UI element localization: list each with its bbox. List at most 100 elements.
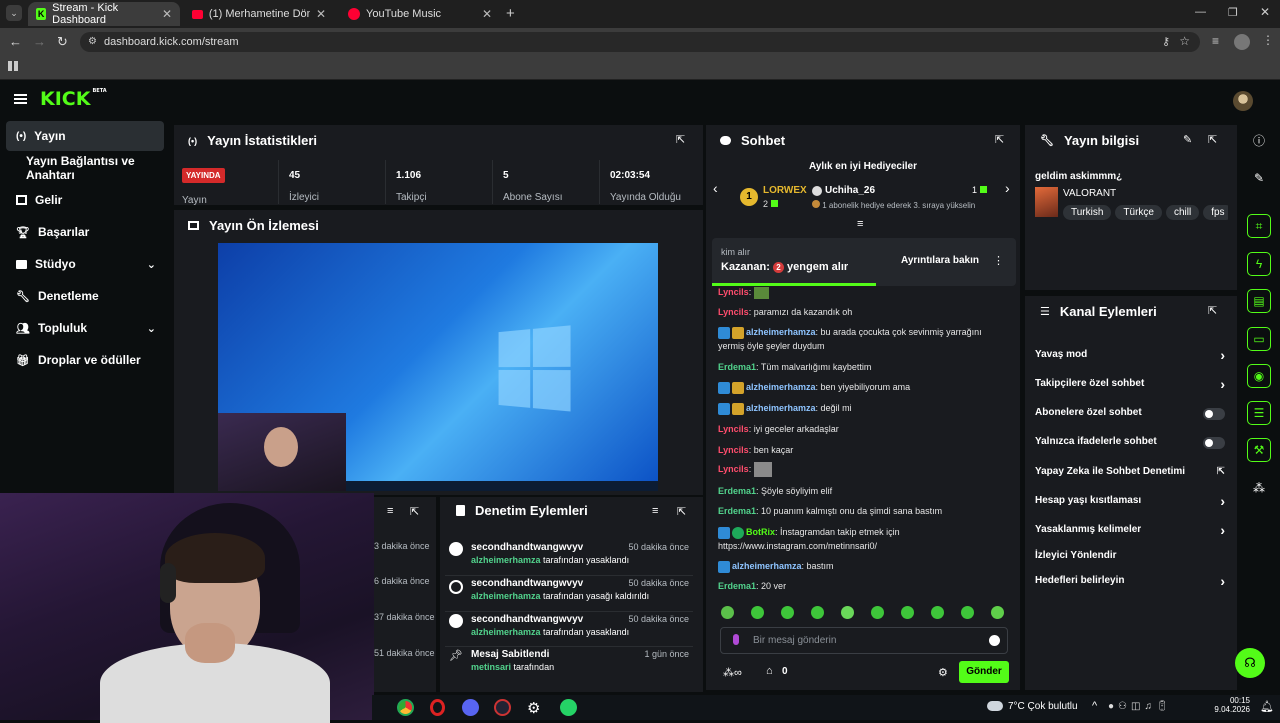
clip-icon[interactable]: ⌗: [1247, 214, 1271, 238]
close-tab-icon[interactable]: ✕: [316, 7, 326, 21]
expand-icon[interactable]: ⇱: [676, 133, 685, 146]
chat-bubble-icon[interactable]: ▭: [1247, 327, 1271, 351]
more-options-icon[interactable]: ⋮: [993, 254, 1004, 267]
sidebar-item-denetleme[interactable]: 🔧︎ Denetleme: [6, 281, 164, 311]
emote-icon[interactable]: [811, 606, 824, 619]
chat-username[interactable]: Lyncils: [718, 307, 749, 317]
emoji-picker-icon[interactable]: [989, 635, 1000, 646]
chat-username[interactable]: BotRix: [746, 527, 775, 537]
sidebar-item-topluluk[interactable]: 👥︎ Topluluk ⌄: [6, 313, 164, 343]
sidebar-item-stream-key[interactable]: Yayın Bağlantısı ve Anahtarı: [6, 153, 178, 183]
url-input[interactable]: ⚙ dashboard.kick.com/stream ⚷ ☆: [80, 32, 1200, 52]
chat-message[interactable]: Erdema1: 10 puanım kalmıştı onu da şimdi…: [718, 504, 1008, 518]
chat-message[interactable]: Lyncils: paramızı da kazandık oh: [718, 305, 1008, 319]
back-icon[interactable]: ←: [9, 34, 22, 49]
chat-message[interactable]: Erdema1: Tüm malvarlığımı kaybettim: [718, 360, 1008, 374]
expand-icon[interactable]: ⇱: [1208, 133, 1217, 146]
tag-chip[interactable]: chill: [1165, 205, 1200, 220]
chat-message[interactable]: Lyncils: ben kaçar: [718, 443, 1008, 457]
document-icon[interactable]: ▤: [1247, 289, 1271, 313]
chat-message[interactable]: Lyncils:: [718, 285, 1008, 299]
store-icon[interactable]: ⌂: [766, 665, 773, 677]
chat-username[interactable]: alzheimerhamza: [746, 403, 816, 413]
sidebar-item-gelir[interactable]: Gelir: [6, 185, 164, 215]
discord-taskbar-icon[interactable]: [462, 699, 479, 716]
emote-icon[interactable]: [901, 606, 914, 619]
chat-message[interactable]: alzheimerhamza: bastım: [718, 559, 1008, 573]
notification-bell-icon[interactable]: 🔔︎: [1260, 700, 1274, 713]
microphone-icon[interactable]: [733, 634, 739, 645]
chat-username[interactable]: Erdema1: [718, 486, 756, 496]
close-tab-icon[interactable]: ✕: [482, 7, 492, 21]
send-button[interactable]: Gönder: [959, 661, 1009, 683]
emote-icon[interactable]: [751, 606, 764, 619]
profile-avatar-icon[interactable]: [1234, 34, 1250, 50]
tag-chip[interactable]: Turkish: [1063, 205, 1112, 220]
chat-username[interactable]: Lyncils: [718, 464, 749, 474]
mod-action-row[interactable]: 📌︎ Mesaj Sabitlendi metinsari tarafından…: [445, 646, 693, 682]
collapse-icon[interactable]: ≡: [857, 218, 863, 230]
emote-icon[interactable]: [991, 606, 1004, 619]
user-avatar[interactable]: [1233, 91, 1253, 111]
mod-action-row[interactable]: secondhandtwangwvyv alzheimerhamza taraf…: [445, 611, 693, 647]
tray-chevron-icon[interactable]: ^: [1092, 700, 1097, 712]
browser-menu-icon[interactable]: ⋮: [1262, 33, 1274, 47]
chrome-taskbar-icon[interactable]: [397, 699, 414, 716]
chat-username[interactable]: Erdema1: [718, 506, 756, 516]
chat-username[interactable]: Erdema1: [718, 362, 756, 372]
stream-preview-video[interactable]: [218, 243, 658, 491]
next-arrow-icon[interactable]: ›: [1005, 180, 1010, 196]
set-goals-action[interactable]: Hedefleri belirleyin ›: [1035, 573, 1225, 591]
subscribers-only-toggle[interactable]: [1203, 408, 1225, 420]
chat-username[interactable]: Lyncils: [718, 424, 749, 434]
chat-message[interactable]: Lyncils:: [718, 462, 1008, 478]
hamburger-menu-icon[interactable]: [14, 94, 27, 104]
media-controls-icon[interactable]: ≡: [1212, 34, 1219, 48]
raid-viewers-action[interactable]: İzleyici Yönlendir: [1035, 550, 1225, 566]
tag-chip[interactable]: fps: [1203, 205, 1228, 220]
chat-message[interactable]: Erdema1: Şöyle söyliyim elif: [718, 484, 1008, 498]
broadcast-icon[interactable]: ◉: [1247, 364, 1271, 388]
edit-pencil-icon[interactable]: ✎: [1247, 166, 1271, 190]
chat-settings-gear-icon[interactable]: ⚙: [938, 666, 948, 679]
opera-taskbar-icon[interactable]: [430, 699, 445, 716]
tab-list-button[interactable]: ⌄: [6, 5, 22, 21]
expand-icon[interactable]: ⇱: [410, 505, 419, 518]
wrench-icon[interactable]: ⚒: [1247, 438, 1271, 462]
tab-youtube-music[interactable]: YouTube Music ✕: [340, 2, 500, 26]
app-taskbar-icon[interactable]: [494, 699, 511, 716]
kick-logo[interactable]: KICK BETA: [40, 88, 107, 110]
chat-message[interactable]: alzheimerhamza: değil mi: [718, 401, 1008, 415]
sidebar-item-studyo[interactable]: Stüdyo ⌄: [6, 249, 164, 279]
chat-message[interactable]: alzheimerhamza: ben yiyebiliyorum ama: [718, 380, 1008, 394]
password-key-icon[interactable]: ⚷: [1162, 35, 1170, 48]
weather-text[interactable]: 7°C Çok bulutlu: [1008, 701, 1078, 712]
tag-chip[interactable]: Türkçe: [1115, 205, 1162, 220]
points-icon[interactable]: ⁂: [1247, 476, 1271, 500]
prev-arrow-icon[interactable]: ‹: [713, 180, 718, 196]
chat-message[interactable]: BotRix: İnstagramdan takip etmek için ht…: [718, 525, 1008, 553]
emote-icon[interactable]: [931, 606, 944, 619]
minimize-icon[interactable]: —: [1195, 6, 1206, 18]
close-window-icon[interactable]: ✕: [1260, 5, 1270, 19]
sidebar-item-basarilar[interactable]: 🏆︎ Başarılar: [6, 217, 164, 247]
site-info-icon[interactable]: ⚙: [88, 36, 97, 47]
forward-icon[interactable]: →: [33, 34, 46, 49]
filter-icon[interactable]: ≡: [652, 505, 658, 517]
reload-icon[interactable]: ↻: [57, 34, 68, 50]
emote-icon[interactable]: [841, 606, 854, 619]
info-icon[interactable]: ⓘ: [1247, 128, 1271, 152]
emote-icon[interactable]: [721, 606, 734, 619]
chat-message[interactable]: alzheimerhamza: bu arada çocukta çok sev…: [718, 325, 1008, 353]
tab-kick-dashboard[interactable]: K Stream - Kick Dashboard ✕: [28, 2, 180, 26]
expand-icon[interactable]: ⇱: [995, 133, 1004, 146]
list-icon[interactable]: ☰: [1247, 401, 1271, 425]
emote-icon[interactable]: [961, 606, 974, 619]
slow-mode-action[interactable]: Yavaş mod ›: [1035, 347, 1225, 365]
tray-icons[interactable]: ●⚇◫♫🔋︎: [1108, 701, 1173, 712]
chat-username[interactable]: alzheimerhamza: [746, 327, 816, 337]
close-tab-icon[interactable]: ✕: [162, 7, 172, 21]
edit-pencil-icon[interactable]: ✎: [1183, 133, 1192, 146]
emote-icon[interactable]: [781, 606, 794, 619]
expand-icon[interactable]: ⇱: [1208, 304, 1217, 317]
